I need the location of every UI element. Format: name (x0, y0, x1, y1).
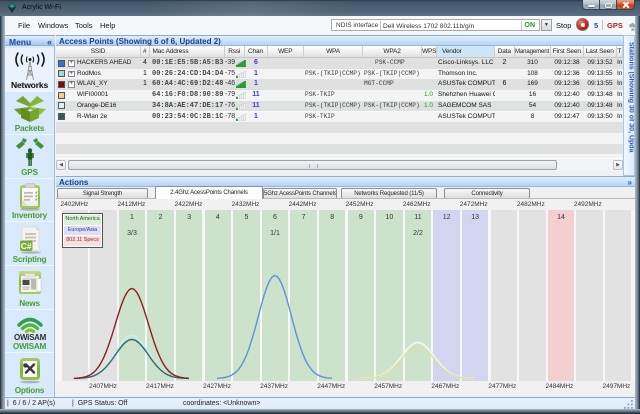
svg-text:OWiSAM: OWiSAM (14, 333, 47, 342)
svg-text:C#: C# (20, 241, 31, 251)
